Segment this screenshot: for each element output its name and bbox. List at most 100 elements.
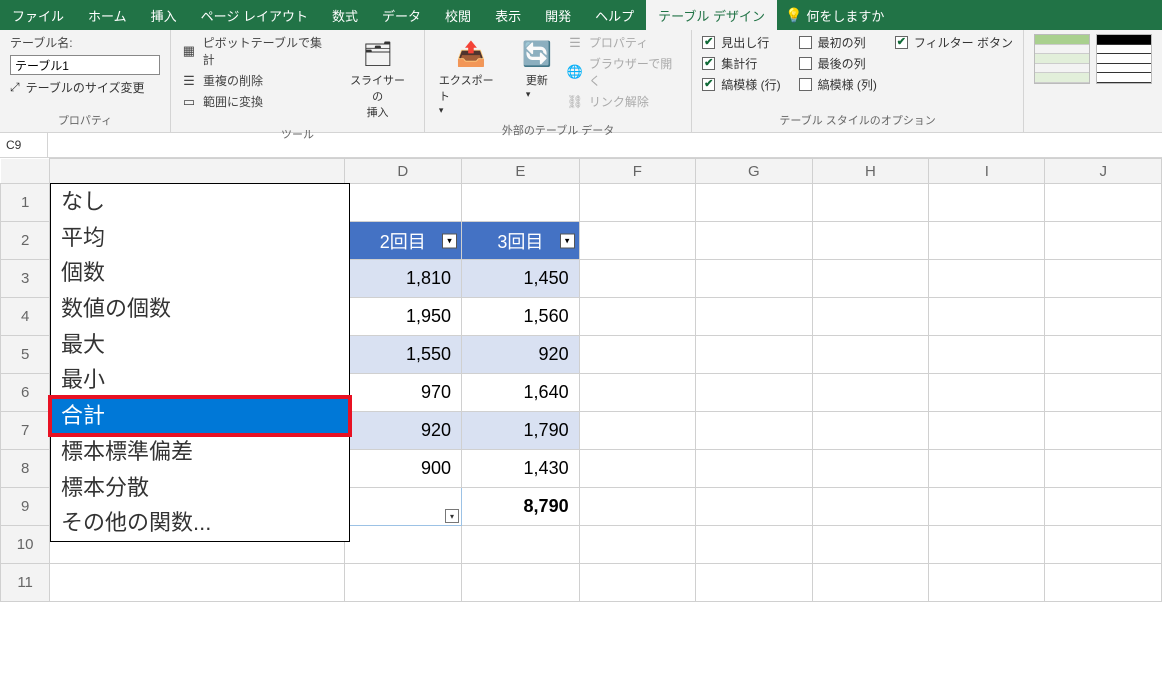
row-header[interactable]: 1 [1, 184, 50, 222]
cell[interactable] [579, 564, 695, 602]
cell[interactable] [812, 450, 929, 488]
cell[interactable] [1045, 488, 1162, 526]
cell[interactable]: 1,560 [462, 298, 580, 336]
row-header[interactable]: 8 [1, 450, 50, 488]
cell[interactable] [579, 184, 695, 222]
tab-page-layout[interactable]: ページ レイアウト [189, 0, 320, 30]
cell[interactable] [579, 260, 695, 298]
cell[interactable] [579, 298, 695, 336]
insert-slicer-button[interactable]: 🗂 スライサーの 挿入 [341, 34, 414, 124]
row-header[interactable]: 2 [1, 222, 50, 260]
table-style-thumb[interactable] [1034, 34, 1090, 84]
func-item-count[interactable]: 個数 [51, 255, 349, 291]
chk-header-row[interactable]: 見出し行 [702, 34, 780, 51]
row-header[interactable]: 9 [1, 488, 50, 526]
cell[interactable] [812, 526, 929, 564]
cell[interactable]: 1,640 [462, 374, 580, 412]
cell[interactable]: 1,430 [462, 450, 580, 488]
cell[interactable] [1045, 564, 1162, 602]
remove-duplicates-button[interactable]: ☰重複の削除 [181, 72, 331, 89]
total-cell[interactable]: 8,790 [462, 488, 580, 526]
column-header[interactable]: E [462, 159, 580, 184]
cell[interactable] [696, 184, 813, 222]
cell[interactable] [929, 298, 1045, 336]
cell[interactable] [50, 564, 344, 602]
func-item-average[interactable]: 平均 [51, 220, 349, 256]
cell[interactable] [579, 526, 695, 564]
cell[interactable] [812, 260, 929, 298]
cell[interactable] [929, 488, 1045, 526]
cell[interactable] [696, 298, 813, 336]
cell[interactable] [1045, 298, 1162, 336]
cell[interactable] [696, 222, 813, 260]
cell[interactable]: 920 [462, 336, 580, 374]
cell[interactable] [1045, 374, 1162, 412]
cell[interactable] [929, 222, 1045, 260]
cell[interactable] [929, 374, 1045, 412]
cell[interactable]: 1,810 [344, 260, 462, 298]
tab-data[interactable]: データ [370, 0, 433, 30]
select-all-corner[interactable] [1, 159, 50, 184]
row-header[interactable]: 10 [1, 526, 50, 564]
tab-table-design[interactable]: テーブル デザイン [646, 0, 777, 30]
func-item-none[interactable]: なし [51, 184, 349, 220]
chk-banded-cols[interactable]: 縞模様 (列) [799, 76, 877, 93]
cell[interactable] [579, 488, 695, 526]
cell[interactable] [344, 184, 462, 222]
tab-file[interactable]: ファイル [0, 0, 76, 30]
cell[interactable] [462, 564, 580, 602]
cell[interactable]: 1,790 [462, 412, 580, 450]
table-style-gallery[interactable] [1034, 34, 1152, 84]
cell[interactable] [1045, 184, 1162, 222]
cell[interactable] [929, 412, 1045, 450]
column-header[interactable]: G [696, 159, 813, 184]
column-header[interactable]: I [929, 159, 1045, 184]
cell[interactable] [1045, 260, 1162, 298]
cell[interactable] [579, 374, 695, 412]
row-header[interactable]: 5 [1, 336, 50, 374]
cell[interactable] [462, 526, 580, 564]
cell[interactable] [812, 222, 929, 260]
cell[interactable] [579, 412, 695, 450]
cell[interactable] [812, 298, 929, 336]
cell[interactable]: 920 [344, 412, 462, 450]
row-header[interactable]: 7 [1, 412, 50, 450]
cell[interactable] [812, 374, 929, 412]
tab-home[interactable]: ホーム [76, 0, 139, 30]
row-header[interactable]: 4 [1, 298, 50, 336]
row-header[interactable]: 6 [1, 374, 50, 412]
tab-view[interactable]: 表示 [483, 0, 533, 30]
chk-banded-rows[interactable]: 縞模様 (行) [702, 76, 780, 93]
cell[interactable] [929, 260, 1045, 298]
cell[interactable] [579, 222, 695, 260]
cell[interactable] [696, 526, 813, 564]
chk-last-col[interactable]: 最後の列 [799, 55, 877, 72]
column-header[interactable]: H [812, 159, 929, 184]
chk-first-col[interactable]: 最初の列 [799, 34, 877, 51]
tab-developer[interactable]: 開発 [533, 0, 583, 30]
func-item-max[interactable]: 最大 [51, 327, 349, 363]
cell[interactable] [696, 488, 813, 526]
cell[interactable] [812, 412, 929, 450]
cell[interactable] [812, 564, 929, 602]
func-item-more[interactable]: その他の関数... [51, 505, 349, 541]
cell[interactable] [1045, 336, 1162, 374]
cell[interactable] [1045, 526, 1162, 564]
func-item-min[interactable]: 最小 [51, 362, 349, 398]
summarize-pivot-button[interactable]: ▦ピボットテーブルで集計 [181, 34, 331, 68]
export-button[interactable]: 📤 エクスポート▾ [435, 34, 507, 120]
cell[interactable] [812, 488, 929, 526]
filter-dropdown-icon[interactable]: ▾ [442, 233, 457, 248]
cell[interactable] [929, 564, 1045, 602]
table-header-cell[interactable]: 3回目▾ [462, 222, 580, 260]
cell[interactable] [1045, 222, 1162, 260]
tab-help[interactable]: ヘルプ [583, 0, 646, 30]
tell-me-search[interactable]: 💡 何をしますか [785, 0, 884, 30]
cell[interactable] [696, 450, 813, 488]
cell[interactable] [696, 336, 813, 374]
cell[interactable]: 970 [344, 374, 462, 412]
resize-table-button[interactable]: ⤢ テーブルのサイズ変更 [10, 79, 160, 96]
column-header[interactable]: F [579, 159, 695, 184]
column-header[interactable]: J [1045, 159, 1162, 184]
name-box[interactable]: C9 [0, 133, 48, 157]
